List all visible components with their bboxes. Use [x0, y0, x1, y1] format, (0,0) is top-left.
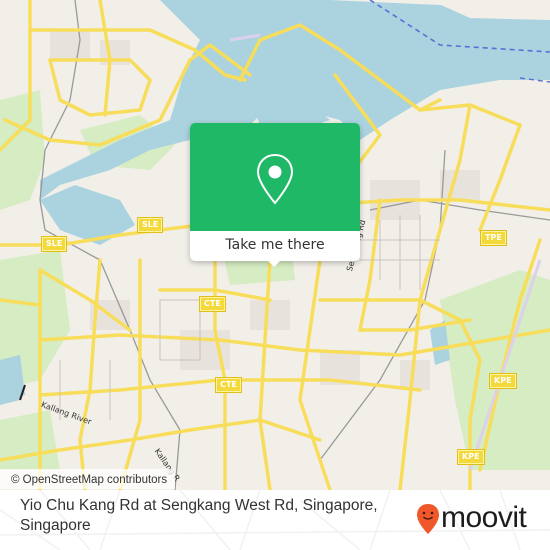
highway-shield-tpe: TPE: [480, 230, 507, 246]
highway-shield-cte: CTE: [215, 377, 242, 393]
take-me-there-button[interactable]: Take me there: [190, 231, 360, 261]
highway-shield-sle: SLE: [40, 236, 68, 252]
highway-shield-cte: CTE: [199, 296, 226, 312]
highway-shield-kpe: KPE: [489, 373, 517, 389]
page-root: SLE SLE CTE CTE TPE KPE KPE Kallang Rive…: [0, 0, 550, 550]
footer: Yio Chu Kang Rd at Sengkang West Rd, Sin…: [0, 490, 550, 550]
moovit-wordmark: moovit: [441, 501, 527, 534]
map-pin-icon: [256, 153, 294, 205]
address-text: Yio Chu Kang Rd at Sengkang West Rd, Sin…: [20, 497, 378, 534]
moovit-pin-icon: [417, 504, 439, 534]
popup-header: [190, 123, 360, 231]
popup-pointer: [267, 260, 281, 267]
map-attribution[interactable]: © OpenStreetMap contributors: [0, 469, 176, 489]
highway-shield-sle: SLE: [136, 217, 164, 233]
moovit-logo[interactable]: moovit: [415, 500, 545, 536]
location-popup: Take me there: [190, 123, 360, 267]
highway-shield-kpe: KPE: [457, 449, 485, 465]
